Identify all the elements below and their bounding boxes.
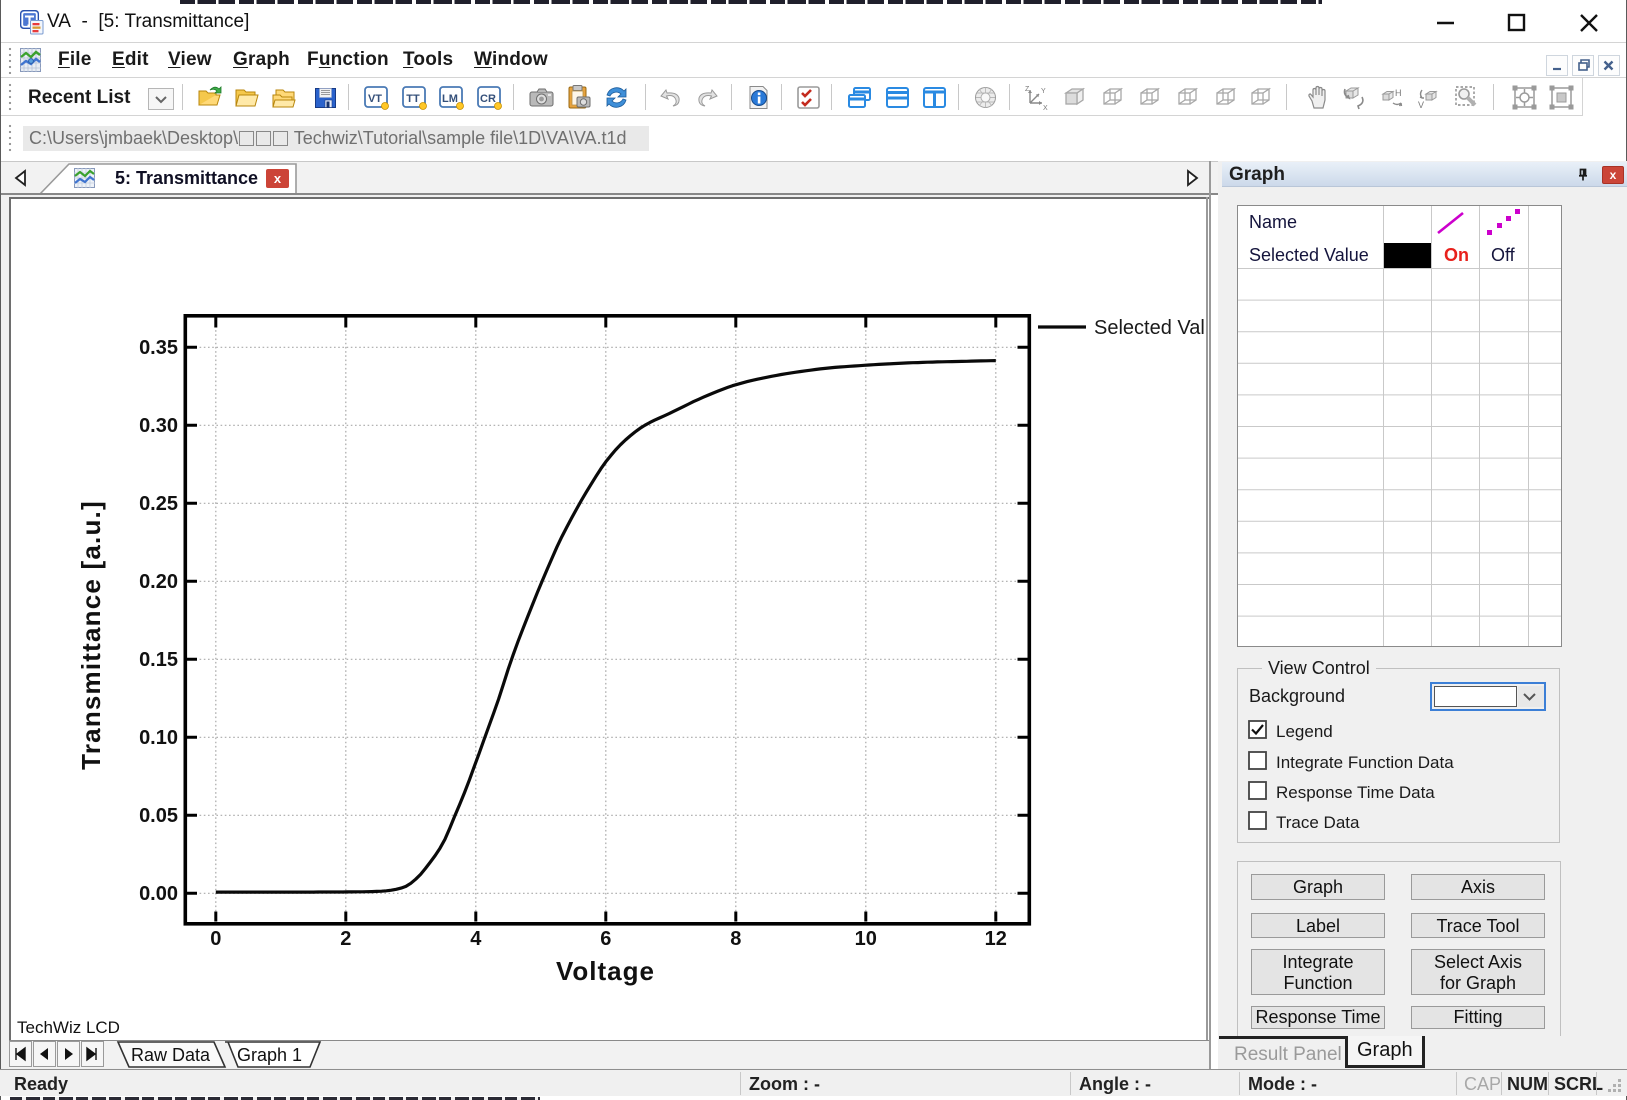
svg-text:On: On xyxy=(1444,245,1469,265)
svg-text:0: 0 xyxy=(210,928,221,950)
svg-text:Graph 1: Graph 1 xyxy=(237,1045,302,1065)
svg-text:0.05: 0.05 xyxy=(139,805,178,827)
svg-text:Transmittance [a.u.]: Transmittance [a.u.] xyxy=(76,500,106,770)
svg-text:8: 8 xyxy=(730,928,741,950)
svg-text:12: 12 xyxy=(985,928,1007,950)
svg-text:6: 6 xyxy=(600,928,611,950)
svg-text:Off: Off xyxy=(1491,245,1516,265)
svg-text:10: 10 xyxy=(855,928,877,950)
svg-text:H: H xyxy=(1395,88,1402,98)
svg-text:4: 4 xyxy=(470,928,482,950)
svg-text:0.00: 0.00 xyxy=(139,883,178,905)
svg-text:0.30: 0.30 xyxy=(139,415,178,437)
svg-text:X: X xyxy=(1043,105,1048,111)
svg-text:0.15: 0.15 xyxy=(139,649,178,671)
svg-text:Voltage: Voltage xyxy=(556,956,655,986)
svg-text:Selected Value: Selected Value xyxy=(1249,245,1369,265)
svg-text:TT: TT xyxy=(406,93,420,105)
svg-text:V: V xyxy=(1418,100,1424,110)
svg-text:CR: CR xyxy=(480,93,496,105)
svg-text:TechWiz LCD: TechWiz LCD xyxy=(17,1018,120,1037)
svg-text:0.10: 0.10 xyxy=(139,727,178,749)
svg-text:VT: VT xyxy=(368,93,382,105)
svg-text:0.25: 0.25 xyxy=(139,493,178,515)
svg-text:LM: LM xyxy=(442,93,458,105)
svg-text:Y: Y xyxy=(1041,88,1046,95)
svg-text:0.35: 0.35 xyxy=(139,337,178,359)
svg-text:2: 2 xyxy=(340,928,351,950)
svg-text:Raw Data: Raw Data xyxy=(131,1045,211,1065)
svg-text:Z: Z xyxy=(1025,86,1030,93)
svg-text:0.20: 0.20 xyxy=(139,571,178,593)
svg-text:Selected Valu: Selected Valu xyxy=(1094,317,1207,339)
svg-text:Name: Name xyxy=(1249,212,1297,232)
